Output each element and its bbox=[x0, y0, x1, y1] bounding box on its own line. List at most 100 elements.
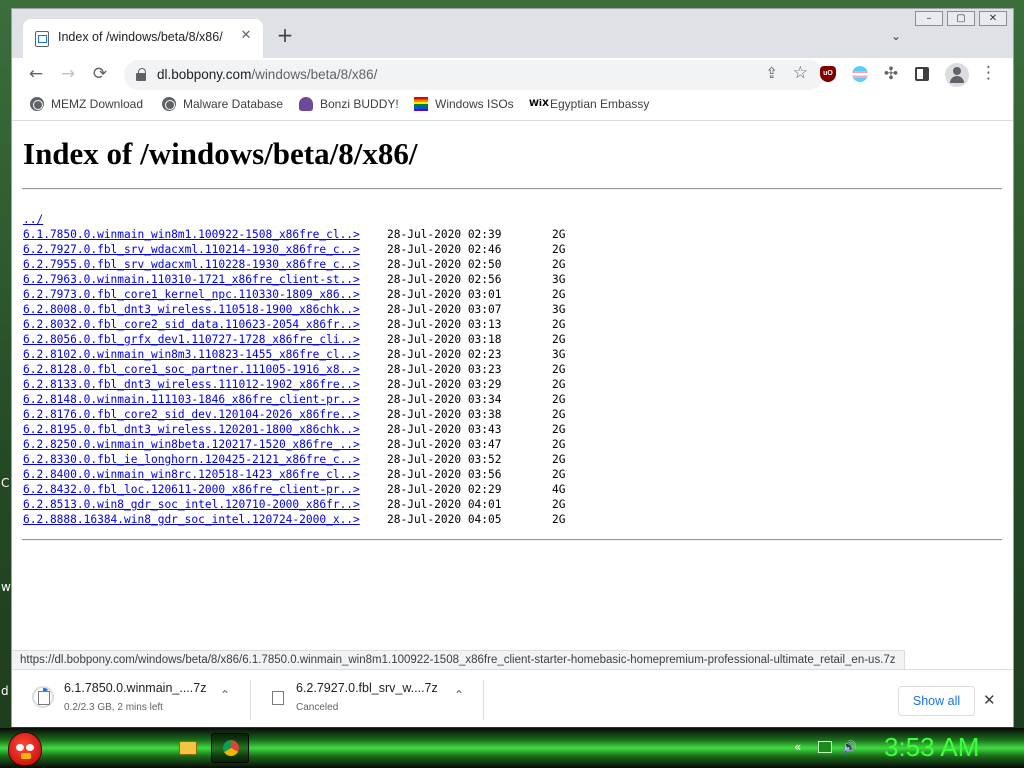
bookmark-malware-database[interactable]: Malware Database bbox=[162, 97, 283, 111]
bonzi-icon bbox=[299, 97, 313, 111]
bookmark-bonzi-buddy[interactable]: Bonzi BUDDY! bbox=[299, 97, 399, 111]
table-row: 6.2.8195.0.fbl_dnt3_wireless.120201-1800… bbox=[23, 422, 565, 437]
table-row: 6.2.8330.0.fbl_ie_longhorn.120425-2121_x… bbox=[23, 452, 565, 467]
file-link[interactable]: 6.2.8432.0.fbl_loc.120611-2000_x86fre_cl… bbox=[23, 483, 360, 496]
table-row: 6.2.8148.0.winmain.111103-1846_x86fre_cl… bbox=[23, 392, 565, 407]
divider bbox=[22, 539, 1002, 541]
tab-search-chevron-icon[interactable]: ⌄ bbox=[891, 29, 901, 43]
taskbar-clock[interactable]: 3:53 AM bbox=[884, 732, 979, 763]
file-size: 2G bbox=[552, 438, 566, 451]
browser-toolbar: ← → ⟳ dl.bobpony.com/windows/beta/8/x86/… bbox=[12, 58, 1013, 91]
file-link[interactable]: 6.2.8032.0.fbl_core2_sid_data.110623-205… bbox=[23, 318, 360, 331]
tray-chevron-icon[interactable]: « bbox=[794, 740, 801, 754]
bookmark-egyptian-embassy[interactable]: WiX Egyptian Embassy bbox=[529, 97, 649, 111]
address-bar[interactable]: dl.bobpony.com/windows/beta/8/x86/ ⇪ ☆ bbox=[124, 60, 824, 90]
trans-flag-extension-icon[interactable] bbox=[852, 66, 868, 82]
network-icon[interactable] bbox=[818, 741, 832, 753]
new-tab-button[interactable]: + bbox=[274, 25, 296, 47]
table-row: 6.2.7927.0.fbl_srv_wdacxml.110214-1930_x… bbox=[23, 242, 565, 257]
back-arrow-icon[interactable]: ← bbox=[25, 63, 47, 85]
download-progress-file-icon bbox=[32, 686, 54, 708]
minimize-button[interactable]: – bbox=[915, 11, 943, 26]
bookmark-windows-isos[interactable]: Windows ISOs bbox=[414, 97, 514, 111]
file-link[interactable]: 6.2.8400.0.winmain_win8rc.120518-1423_x8… bbox=[23, 468, 360, 481]
side-panel-icon[interactable] bbox=[915, 67, 929, 81]
file-date: 28-Jul-2020 03:07 bbox=[387, 303, 502, 316]
download-item[interactable]: 6.1.7850.0.winmain_....7z 0.2/2.3 GB, 2 … bbox=[12, 670, 248, 728]
file-link[interactable]: 6.2.7973.0.fbl_core1_kernel_npc.110330-1… bbox=[23, 288, 360, 301]
file-link[interactable]: 6.2.7955.0.fbl_srv_wdacxml.110228-1930_x… bbox=[23, 258, 360, 271]
bookmark-star-icon[interactable]: ☆ bbox=[793, 63, 808, 83]
file-link[interactable]: 6.2.8148.0.winmain.111103-1846_x86fre_cl… bbox=[23, 393, 360, 406]
file-size: 2G bbox=[552, 378, 566, 391]
file-link[interactable]: 6.2.7927.0.fbl_srv_wdacxml.110214-1930_x… bbox=[23, 243, 360, 256]
chevron-up-icon[interactable]: ⌃ bbox=[220, 688, 230, 702]
file-size: 4G bbox=[552, 483, 566, 496]
file-size: 2G bbox=[552, 468, 566, 481]
profile-avatar-icon[interactable] bbox=[945, 63, 969, 87]
page-content: Index of /windows/beta/8/x86/ ../ 6.1.78… bbox=[12, 122, 1013, 650]
parent-directory-link[interactable]: ../ bbox=[23, 213, 43, 226]
file-link[interactable]: 6.2.8133.0.fbl_dnt3_wireless.111012-1902… bbox=[23, 378, 360, 391]
show-all-button[interactable]: Show all bbox=[898, 686, 975, 716]
file-link[interactable]: 6.2.8330.0.fbl_ie_longhorn.120425-2121_x… bbox=[23, 453, 360, 466]
download-filename: 6.2.7927.0.fbl_srv_w....7z bbox=[296, 681, 438, 695]
file-link[interactable]: 6.2.8195.0.fbl_dnt3_wireless.120201-1800… bbox=[23, 423, 360, 436]
download-item[interactable]: 6.2.7927.0.fbl_srv_w....7z Canceled ⌃ bbox=[252, 670, 482, 728]
page-title: Index of /windows/beta/8/x86/ bbox=[23, 136, 418, 171]
menu-dots-icon[interactable]: ⋮ bbox=[980, 63, 997, 83]
file-link[interactable]: 6.2.8128.0.fbl_core1_soc_partner.111005-… bbox=[23, 363, 360, 376]
address-url[interactable]: dl.bobpony.com/windows/beta/8/x86/ bbox=[157, 67, 377, 82]
table-row: 6.2.8888.16384.win8_gdr_soc_intel.120724… bbox=[23, 512, 565, 527]
file-link[interactable]: 6.2.8888.16384.win8_gdr_soc_intel.120724… bbox=[23, 513, 360, 526]
share-icon[interactable]: ⇪ bbox=[765, 64, 778, 82]
file-link[interactable]: 6.2.7963.0.winmain.110310-1721_x86fre_cl… bbox=[23, 273, 360, 286]
extensions-puzzle-icon[interactable]: ✣ bbox=[880, 63, 902, 85]
table-row: 6.2.8008.0.fbl_dnt3_wireless.110518-1900… bbox=[23, 302, 565, 317]
divider bbox=[22, 188, 1002, 190]
file-date: 28-Jul-2020 03:23 bbox=[387, 363, 502, 376]
table-row: 6.2.8250.0.winmain_win8beta.120217-1520_… bbox=[23, 437, 565, 452]
taskbar-folder-icon[interactable] bbox=[168, 733, 206, 763]
file-link[interactable]: 6.1.7850.0.winmain_win8m1.100922-1508_x8… bbox=[23, 228, 360, 241]
window-controls: – ▢ ✕ bbox=[915, 11, 1007, 26]
divider bbox=[250, 680, 251, 720]
file-date: 28-Jul-2020 03:56 bbox=[387, 468, 502, 481]
lock-icon[interactable] bbox=[136, 68, 146, 81]
table-row: 6.2.8102.0.winmain_win8m3.110823-1455_x8… bbox=[23, 347, 565, 362]
reload-icon[interactable]: ⟳ bbox=[89, 63, 111, 85]
forward-arrow-icon[interactable]: → bbox=[57, 63, 79, 85]
file-link[interactable]: 6.2.8513.0.win8_gdr_soc_intel.120710-200… bbox=[23, 498, 360, 511]
file-link[interactable]: 6.2.8102.0.winmain_win8m3.110823-1455_x8… bbox=[23, 348, 360, 361]
directory-listing: ../ 6.1.7850.0.winmain_win8m1.100922-150… bbox=[23, 212, 565, 527]
file-size: 2G bbox=[552, 408, 566, 421]
file-size: 2G bbox=[552, 228, 566, 241]
table-row: 6.2.8400.0.winmain_win8rc.120518-1423_x8… bbox=[23, 467, 565, 482]
bookmarks-bar: MEMZ Download Malware Database Bonzi BUD… bbox=[12, 91, 1013, 121]
volume-icon[interactable]: 🔊 bbox=[842, 740, 857, 754]
file-link[interactable]: 6.2.8056.0.fbl_grfx_dev1.110727-1728_x86… bbox=[23, 333, 360, 346]
chevron-up-icon[interactable]: ⌃ bbox=[454, 688, 464, 702]
close-window-button[interactable]: ✕ bbox=[979, 11, 1007, 26]
table-row: 6.2.8032.0.fbl_core2_sid_data.110623-205… bbox=[23, 317, 565, 332]
file-date: 28-Jul-2020 03:34 bbox=[387, 393, 502, 406]
start-button-bird-icon[interactable] bbox=[8, 732, 42, 766]
tab-current[interactable]: Index of /windows/beta/8/x86/ ✕ bbox=[23, 19, 263, 58]
tab-close-icon[interactable]: ✕ bbox=[237, 27, 255, 45]
file-link[interactable]: 6.2.8250.0.winmain_win8beta.120217-1520_… bbox=[23, 438, 360, 451]
taskbar-chrome-icon[interactable] bbox=[211, 733, 249, 763]
table-row: 6.2.8432.0.fbl_loc.120611-2000_x86fre_cl… bbox=[23, 482, 565, 497]
file-date: 28-Jul-2020 03:43 bbox=[387, 423, 502, 436]
file-size: 3G bbox=[552, 348, 566, 361]
file-link[interactable]: 6.2.8008.0.fbl_dnt3_wireless.110518-1900… bbox=[23, 303, 360, 316]
file-link[interactable]: 6.2.8176.0.fbl_core2_sid_dev.120104-2026… bbox=[23, 408, 360, 421]
bookmark-memz-download[interactable]: MEMZ Download bbox=[30, 97, 143, 111]
file-date: 28-Jul-2020 03:13 bbox=[387, 318, 502, 331]
close-shelf-icon[interactable]: ✕ bbox=[983, 691, 996, 709]
file-size: 2G bbox=[552, 243, 566, 256]
file-date: 28-Jul-2020 03:47 bbox=[387, 438, 502, 451]
file-size: 3G bbox=[552, 273, 566, 286]
globe-icon bbox=[30, 97, 44, 111]
ublock-origin-icon[interactable]: uO bbox=[820, 66, 836, 82]
maximize-button[interactable]: ▢ bbox=[947, 11, 975, 26]
